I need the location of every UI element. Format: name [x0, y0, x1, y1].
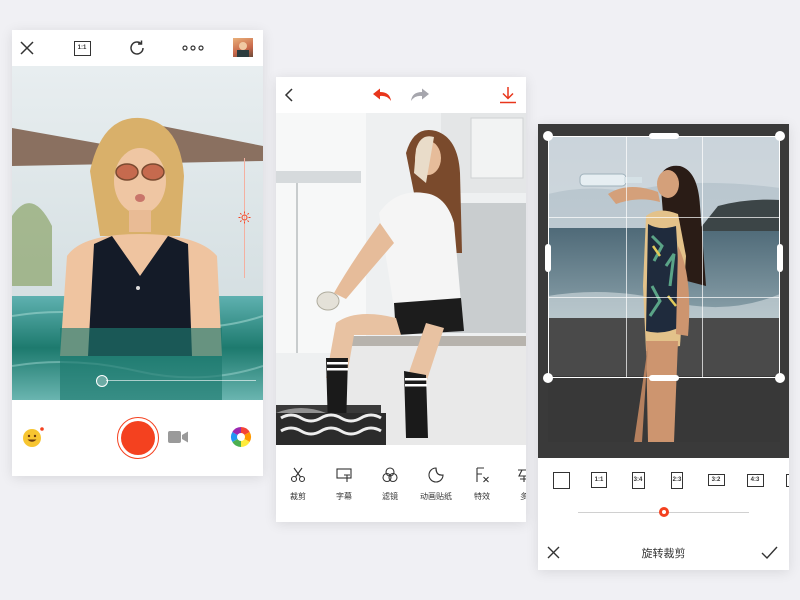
crop-frame[interactable]: [548, 136, 780, 378]
ratio-3-2-button[interactable]: 3:2: [704, 468, 728, 492]
record-button[interactable]: [117, 417, 159, 459]
subtitle-icon: [336, 468, 352, 482]
ratio-label: 1:1: [591, 472, 607, 488]
ratio-3-4-button[interactable]: 3:4: [626, 468, 650, 492]
camera-top-bar: 1:1: [12, 30, 263, 66]
camera-screen: 1:1: [12, 30, 263, 476]
crop-handle-top-right[interactable]: [775, 131, 785, 141]
sticker-icon: [428, 467, 444, 483]
grid-line: [702, 137, 704, 377]
tool-subtitle[interactable]: 字幕: [322, 467, 366, 502]
camera-bottom-bar: [12, 400, 263, 476]
tool-label: 裁剪: [290, 492, 306, 501]
record-button-fill: [121, 421, 155, 455]
undo-icon[interactable]: [371, 86, 393, 104]
ratio-label: 4:3: [746, 473, 764, 487]
crop-screen: 1:1 3:4 2:3 3:2 4:3 旋转裁剪: [538, 124, 789, 570]
crop-handle-top[interactable]: [649, 133, 679, 139]
tool-effects[interactable]: 特效: [460, 467, 504, 502]
back-chevron-icon[interactable]: [280, 86, 298, 104]
rotation-handle-dot: [661, 510, 666, 514]
more-options-icon[interactable]: [182, 39, 204, 57]
tool-sticker[interactable]: 动画贴纸: [414, 467, 458, 502]
crop-handle-bottom[interactable]: [649, 375, 679, 381]
effects-icon: [476, 467, 489, 483]
tool-label: 动画贴纸: [420, 492, 452, 501]
video-mode-icon[interactable]: [168, 429, 188, 445]
ratio-label: 2:3: [671, 471, 683, 489]
grid-line: [549, 216, 779, 218]
tool-label: 多: [520, 492, 526, 501]
ratio-4-3-button[interactable]: 4:3: [743, 468, 767, 492]
crop-handle-bottom-right[interactable]: [775, 373, 785, 383]
ratio-label: 3:2: [707, 474, 725, 486]
more-tool-icon: [518, 469, 526, 482]
ratio-label: 1:1: [73, 40, 91, 56]
camera-preview-photo: [12, 66, 263, 400]
grid-line: [625, 137, 627, 377]
crop-title: 旋转裁剪: [641, 548, 686, 560]
tool-label: 特效: [474, 492, 490, 501]
emoji-sticker-icon[interactable]: [22, 426, 44, 448]
zoom-slider-track[interactable]: [106, 380, 256, 381]
tool-filter[interactable]: 滤镜: [368, 467, 412, 502]
rotation-slider-track[interactable]: [578, 507, 749, 517]
scissors-icon: [290, 467, 306, 483]
color-filter-wheel-icon[interactable]: [229, 425, 253, 449]
editor-photo-preview: [276, 113, 526, 445]
ratio-1-1-button[interactable]: 1:1: [587, 468, 611, 492]
download-icon[interactable]: [498, 85, 518, 105]
exposure-sun-icon[interactable]: [238, 211, 251, 224]
more-ratio-icon: [785, 473, 789, 487]
zoom-slider-handle[interactable]: [96, 375, 108, 387]
aspect-ratio-button[interactable]: 1:1: [73, 39, 91, 57]
switch-camera-icon[interactable]: [127, 38, 147, 58]
ratio-2-3-button[interactable]: 2:3: [665, 468, 689, 492]
crop-handle-left[interactable]: [545, 244, 551, 272]
tool-label: 字幕: [336, 492, 352, 501]
crop-handle-top-left[interactable]: [543, 131, 553, 141]
redo-icon[interactable]: [409, 86, 431, 104]
crop-bottom-bar: 旋转裁剪: [538, 534, 789, 570]
free-crop-icon: [552, 471, 570, 489]
confirm-check-icon[interactable]: [760, 544, 778, 560]
cancel-close-icon[interactable]: [545, 544, 561, 560]
editor-top-bar: [276, 77, 526, 113]
tool-label: 滤镜: [382, 492, 398, 501]
gallery-thumbnail[interactable]: [233, 38, 253, 57]
close-icon[interactable]: [18, 39, 36, 57]
editor-toolbar: 裁剪 字幕 滤镜 动画贴纸 特效 多: [276, 467, 526, 507]
rotation-slider-handle[interactable]: [658, 507, 669, 517]
crop-handle-right[interactable]: [777, 244, 783, 272]
filter-icon: [382, 467, 398, 483]
crop-handle-bottom-left[interactable]: [543, 373, 553, 383]
ratio-label: 3:4: [631, 471, 645, 489]
editor-screen: 裁剪 字幕 滤镜 动画贴纸 特效 多: [276, 77, 526, 522]
ratio-free-button[interactable]: [549, 468, 573, 492]
ratio-more-button[interactable]: [782, 468, 789, 492]
tool-crop[interactable]: 裁剪: [276, 467, 320, 502]
tool-more[interactable]: 多: [502, 467, 526, 502]
grid-line: [549, 296, 779, 298]
